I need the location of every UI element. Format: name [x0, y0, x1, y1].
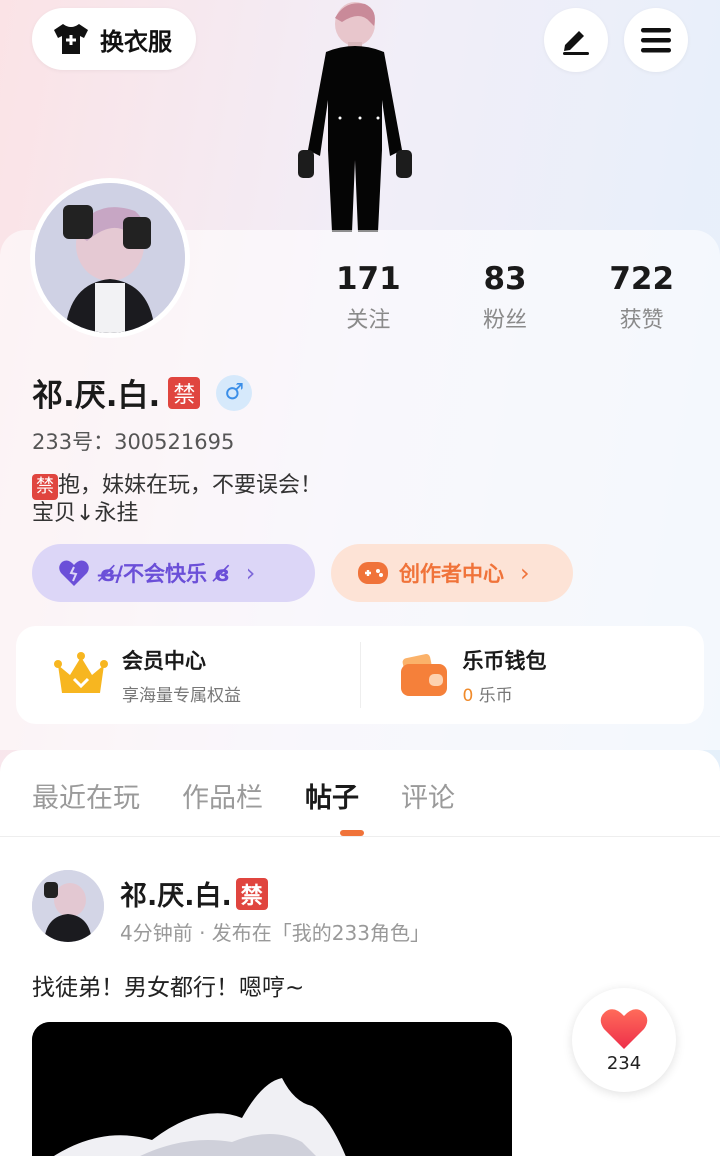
coin-balance-value: 0: [462, 685, 474, 706]
coin-wallet[interactable]: 乐币钱包 0 乐币: [361, 645, 705, 706]
post-text: 找徒弟！男女都行！嗯哼~: [32, 975, 305, 1001]
stat-fans[interactable]: 83 粉丝: [437, 260, 574, 340]
bio-ban-badge: 禁: [32, 474, 58, 500]
creator-center-text: 创作者中心: [399, 562, 504, 586]
tab-recently-played[interactable]: 最近在玩: [32, 776, 140, 815]
profile-bio: 禁抱，妹妹在玩，不要误会！ 宝贝↓永挂: [32, 472, 322, 528]
male-gender-icon: ♂: [216, 374, 253, 411]
stat-fans-count: 83: [483, 261, 527, 297]
profile-stats: 171 关注 83 粉丝 722 获赞: [300, 260, 710, 340]
stat-fans-label: 粉丝: [483, 308, 528, 333]
tab-divider: [0, 836, 720, 837]
content-panel: 最近在玩 作品栏 帖子 评论 祁.厌.白. 禁 4分钟前 · 发布在「我的233…: [0, 750, 720, 1156]
gamepad-icon: [358, 562, 388, 584]
chevron-right-icon: ›: [520, 559, 530, 587]
chevron-right-icon: ›: [245, 559, 256, 587]
bio-line-1: 抱，妹妹在玩，不要误会！: [58, 473, 323, 498]
tab-comments[interactable]: 评论: [401, 776, 455, 815]
post-image-content: [32, 1022, 512, 1156]
3d-character-image: [298, 2, 412, 232]
crown-icon: [54, 652, 108, 693]
hamburger-menu-icon: [641, 28, 671, 53]
profile-name: 祁.厌.白.: [32, 378, 161, 414]
bio-line-2: 宝贝↓永挂: [32, 501, 139, 526]
ban-badge: 禁: [168, 376, 201, 409]
heart-icon: [600, 1008, 648, 1049]
change-outfit-label: 换衣服: [100, 27, 172, 56]
stat-likes-count: 722: [609, 261, 675, 297]
post-image[interactable]: [32, 1022, 512, 1156]
post-author-name-row: 祁.厌.白. 禁: [120, 874, 268, 913]
vip-center[interactable]: 会员中心 享海量专属权益: [16, 645, 360, 706]
wallet-icon: [400, 653, 447, 696]
edit-profile-button[interactable]: [544, 8, 608, 72]
profile-name-row: 祁.厌.白. 禁 ♂: [32, 370, 253, 415]
stat-following-count: 171: [335, 261, 401, 297]
post-ban-badge: 禁: [235, 877, 268, 910]
tab-posts[interactable]: 帖子: [305, 776, 359, 815]
pen-icon: [563, 31, 589, 55]
post-author-avatar[interactable]: [32, 870, 104, 942]
profile-tabs: 最近在玩 作品栏 帖子 评论: [32, 776, 455, 815]
post-avatar-image: [32, 870, 104, 942]
like-button[interactable]: 234: [572, 988, 676, 1092]
stat-following[interactable]: 171 关注: [300, 260, 437, 340]
menu-button[interactable]: [624, 8, 688, 72]
avatar-image: [35, 183, 185, 333]
profile-avatar[interactable]: [30, 178, 190, 338]
status-pill[interactable]: ɞ̸̶/̶不会快乐 ɞ̸ ›: [32, 544, 315, 602]
stat-likes[interactable]: 722 获赞: [573, 260, 710, 340]
membership-wallet-card: 会员中心 享海量专属权益 乐币钱包 0 乐币: [16, 626, 704, 724]
coin-wallet-balance: 0 乐币: [463, 681, 547, 706]
tab-works[interactable]: 作品栏: [182, 776, 263, 815]
vip-title: 会员中心: [122, 648, 206, 673]
coin-balance-unit: 乐币: [473, 685, 513, 706]
creator-center-pill[interactable]: 创作者中心 ›: [331, 544, 573, 602]
post-author-name[interactable]: 祁.厌.白.: [120, 874, 232, 913]
tshirt-icon: [54, 24, 88, 54]
stat-likes-label: 获赞: [619, 308, 664, 333]
stat-following-label: 关注: [346, 308, 391, 333]
vip-subtitle: 享海量专属权益: [122, 685, 241, 706]
post-meta: 4分钟前 · 发布在「我的233角色」: [120, 921, 430, 945]
user-id: 233号：300521695: [32, 430, 235, 454]
change-outfit-button[interactable]: 换衣服: [32, 8, 196, 70]
like-count: 234: [606, 1052, 642, 1074]
heart-icon: [59, 560, 89, 586]
status-pill-text: ɞ̸̶/̶不会快乐 ɞ̸: [100, 562, 230, 586]
coin-wallet-title: 乐币钱包: [462, 648, 547, 673]
